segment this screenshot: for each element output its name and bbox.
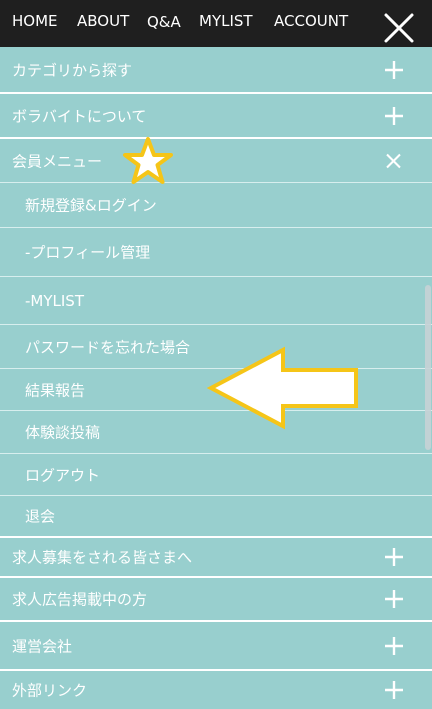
menu-item-label: 求人広告掲載中の方: [12, 590, 148, 609]
menu-item-member-menu[interactable]: 会員メニュー: [0, 139, 432, 182]
arrow-left-icon: [206, 346, 358, 430]
submenu-item-logout[interactable]: ログアウト: [0, 454, 432, 495]
star-icon: [123, 137, 173, 184]
menu-item-external-links[interactable]: 外部リンク: [0, 671, 432, 709]
submenu-item-label: ログアウト: [25, 466, 101, 484]
nav-qa[interactable]: Q&A: [147, 1, 181, 43]
submenu-item-label: 新規登録&ログイン: [25, 196, 157, 215]
plus-icon[interactable]: [384, 547, 404, 567]
scrollbar[interactable]: [425, 285, 431, 450]
nav-mylist[interactable]: MYLIST: [199, 0, 253, 42]
menu-item-label: ボラバイトについて: [12, 107, 147, 125]
submenu-item-label: -プロフィール管理: [25, 243, 151, 262]
submenu-item-register-login[interactable]: 新規登録&ログイン: [0, 183, 432, 227]
menu-item-company[interactable]: 運営会社: [0, 622, 432, 669]
submenu-item-profile[interactable]: -プロフィール管理: [0, 228, 432, 276]
plus-icon[interactable]: [384, 60, 404, 80]
close-icon[interactable]: [381, 10, 417, 46]
submenu-item-label: 体験談投稿: [25, 423, 101, 442]
nav-about[interactable]: ABOUT: [77, 0, 129, 42]
menu-item-label: 運営会社: [12, 637, 73, 655]
top-navigation-bar: HOME ABOUT Q&A MYLIST ACCOUNT: [0, 0, 432, 47]
menu-item-label: カテゴリから探す: [12, 61, 133, 79]
submenu-item-label: 退会: [25, 507, 56, 526]
menu-item-advertisers[interactable]: 求人広告掲載中の方: [0, 578, 432, 620]
plus-icon[interactable]: [384, 636, 404, 656]
menu-item-label: 外部リンク: [12, 681, 88, 700]
submenu-item-label: 結果報告: [25, 381, 86, 399]
menu-item-category[interactable]: カテゴリから探す: [0, 47, 432, 92]
menu-item-about-borabaito[interactable]: ボラバイトについて: [0, 94, 432, 137]
submenu-item-withdraw[interactable]: 退会: [0, 496, 432, 536]
x-icon[interactable]: [386, 153, 401, 168]
submenu-item-label: パスワードを忘れた場合: [25, 338, 191, 356]
submenu-item-mylist[interactable]: -MYLIST: [0, 277, 432, 324]
menu-item-label: 会員メニュー: [12, 152, 103, 170]
plus-icon[interactable]: [384, 589, 404, 609]
submenu-item-label: -MYLIST: [25, 291, 84, 310]
menu-item-label: 求人募集をされる皆さまへ: [12, 548, 193, 567]
plus-icon[interactable]: [384, 106, 404, 126]
nav-account[interactable]: ACCOUNT: [274, 0, 348, 42]
nav-home[interactable]: HOME: [12, 0, 58, 42]
menu-item-recruiters[interactable]: 求人募集をされる皆さまへ: [0, 538, 432, 576]
plus-icon[interactable]: [384, 680, 404, 700]
